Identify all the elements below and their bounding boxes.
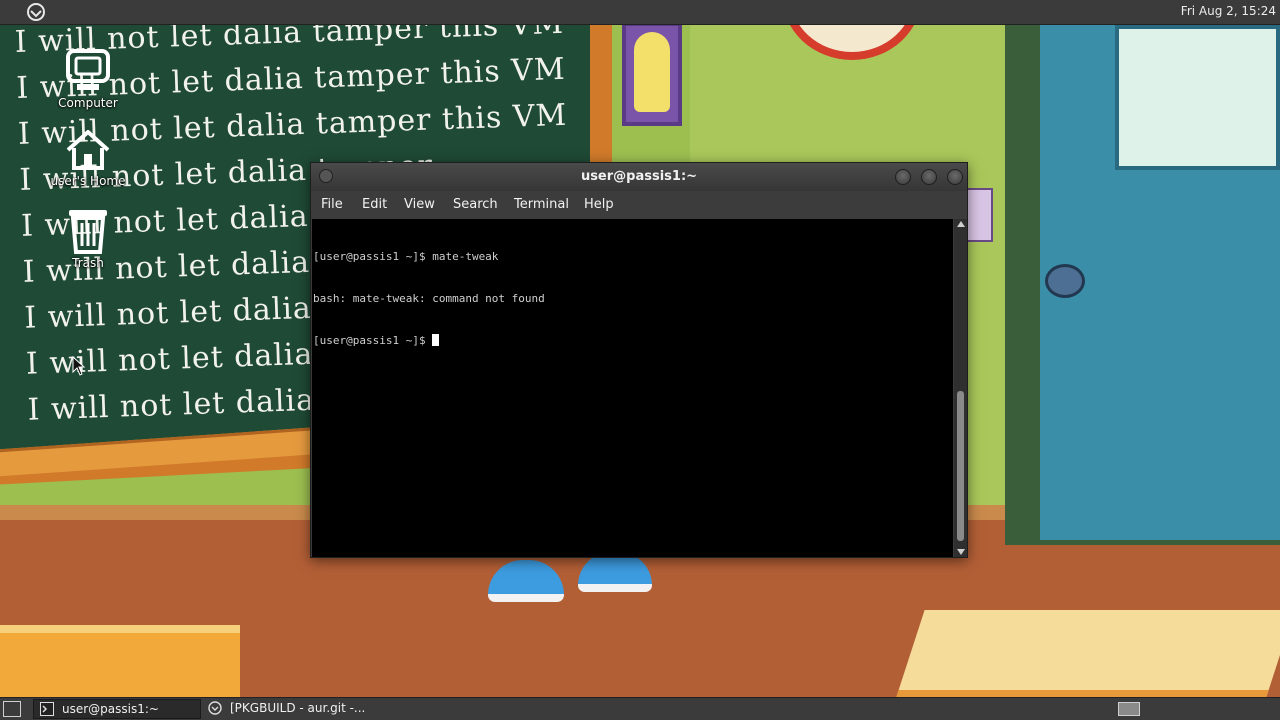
taskbar-item-label: [PKGBUILD - aur.git -... (230, 701, 366, 715)
desktop-icon-label: Trash (72, 256, 104, 270)
trash-icon (69, 210, 107, 254)
desktop-icon-label: user's Home (50, 174, 126, 188)
maximize-button[interactable] (921, 169, 937, 185)
menu-terminal[interactable]: Terminal (514, 197, 569, 212)
taskbar-item-label: user@passis1:~ (62, 702, 159, 716)
minimize-button[interactable] (895, 169, 911, 185)
desktop-icon-home[interactable]: user's Home (33, 128, 143, 188)
terminal-scrollbar[interactable] (954, 219, 967, 557)
scrollbar-thumb[interactable] (957, 391, 964, 541)
bottom-panel: user@passis1:~ [PKGBUILD - aur.git -... (0, 697, 1280, 720)
taskbar-item-terminal[interactable]: user@passis1:~ (33, 699, 201, 719)
app-icon (208, 701, 222, 715)
terminal-line: [user@passis1 ~]$ mate-tweak (313, 250, 499, 263)
window-titlebar[interactable]: user@passis1:~ (311, 163, 967, 191)
close-button[interactable] (947, 169, 963, 185)
terminal-menubar: File Edit View Search Terminal Help (311, 191, 967, 219)
top-panel: Fri Aug 2, 15:24 (0, 0, 1280, 25)
terminal-prompt: [user@passis1 ~]$ (313, 334, 433, 347)
desktop-icon-trash[interactable]: Trash (33, 206, 143, 270)
panel-clock[interactable]: Fri Aug 2, 15:24 (1181, 4, 1276, 18)
window-title: user@passis1:~ (580, 169, 698, 184)
text-cursor (432, 334, 440, 346)
terminal-output[interactable]: [user@passis1 ~]$ mate-tweak bash: mate-… (312, 219, 953, 557)
scroll-up-icon[interactable] (957, 221, 965, 227)
mouse-pointer-icon (72, 356, 86, 376)
terminal-prompt-line: [user@passis1 ~]$ (313, 334, 953, 348)
home-icon (66, 130, 110, 170)
desktop-icon-label: Computer (58, 96, 118, 110)
menu-file[interactable]: File (321, 197, 343, 212)
terminal-line: bash: mate-tweak: command not found (313, 292, 545, 305)
menu-view[interactable]: View (404, 197, 435, 212)
menu-help[interactable]: Help (584, 197, 614, 212)
show-desktop-button[interactable] (3, 701, 21, 717)
workspace-switcher[interactable] (1118, 702, 1140, 716)
applications-menu-icon[interactable] (26, 2, 46, 22)
desktop-icon-computer[interactable]: Computer (33, 48, 143, 110)
taskbar-item-pkgbuild[interactable]: [PKGBUILD - aur.git -... (202, 699, 372, 719)
menu-search[interactable]: Search (453, 197, 498, 212)
terminal-window[interactable]: user@passis1:~ File Edit View Search Ter… (310, 162, 968, 558)
terminal-icon (40, 702, 54, 716)
scroll-down-icon[interactable] (957, 549, 965, 555)
menu-edit[interactable]: Edit (362, 197, 387, 212)
computer-icon (66, 49, 110, 90)
